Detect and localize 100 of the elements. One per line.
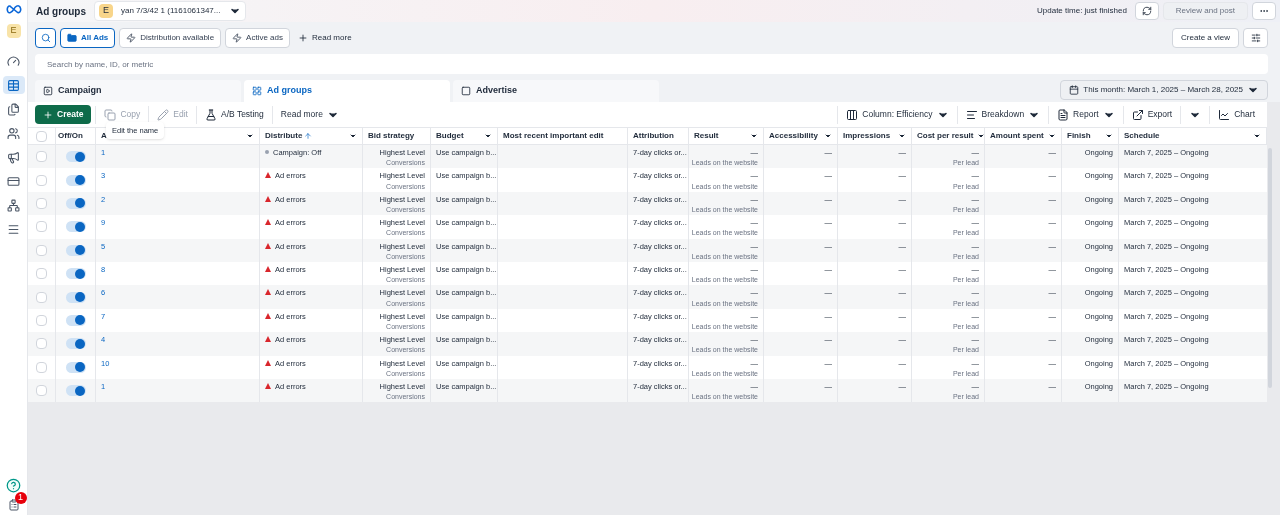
column-header[interactable]: Cost per result — [912, 128, 985, 144]
megaphone-icon — [7, 150, 20, 164]
toggle-switch[interactable] — [65, 244, 86, 256]
warning-icon — [265, 336, 271, 343]
search-field[interactable]: Search by name, ID, or metric — [35, 54, 1268, 74]
column-header[interactable]: Budget — [431, 128, 498, 144]
update-time: Update time: just finished — [1037, 5, 1127, 17]
sidebar-item[interactable] — [2, 76, 25, 94]
warning-icon — [265, 382, 271, 389]
chart-button[interactable]: Chart — [1210, 104, 1263, 125]
toggle-switch[interactable] — [65, 268, 86, 280]
chart-icon — [1218, 108, 1231, 121]
column-button[interactable]: Column: Efficiency — [838, 104, 957, 125]
warning-icon — [265, 312, 271, 319]
read-more-button[interactable]: Read more — [294, 28, 356, 48]
refresh-button[interactable] — [1134, 2, 1159, 20]
warning-icon — [265, 265, 271, 272]
row-checkbox[interactable] — [36, 338, 47, 350]
row-checkbox[interactable] — [36, 174, 47, 186]
table-icon — [7, 78, 20, 92]
column-header[interactable]: Impressions — [838, 128, 912, 144]
card-icon — [7, 174, 20, 188]
network-icon — [7, 198, 20, 212]
toggle-switch[interactable] — [65, 151, 86, 163]
warning-icon — [265, 195, 271, 202]
notification-badge: 1 — [14, 492, 27, 504]
select-all-checkbox[interactable] — [36, 130, 47, 142]
toggle-switch[interactable] — [65, 361, 86, 373]
search-button[interactable] — [35, 28, 56, 48]
column-header[interactable]: Distribute — [260, 128, 363, 144]
warning-icon — [265, 359, 271, 366]
warning-icon — [265, 289, 271, 296]
row-checkbox[interactable] — [36, 385, 47, 397]
tab[interactable]: Ad groups — [244, 80, 450, 102]
export-icon — [1131, 108, 1144, 121]
refresh-icon — [1141, 6, 1152, 16]
warning-icon — [265, 172, 271, 179]
ab-testing-button[interactable]: A/B Testing — [196, 104, 272, 125]
filter-chip[interactable]: Active ads — [225, 28, 290, 48]
account-avatar[interactable]: E — [6, 24, 21, 38]
square-icon — [461, 86, 471, 96]
column-header[interactable]: Amount spent — [985, 128, 1062, 144]
toggle-switch[interactable] — [65, 314, 86, 326]
toggle-switch[interactable] — [65, 291, 86, 303]
toggle-switch[interactable] — [65, 338, 86, 350]
row-checkbox[interactable] — [36, 197, 47, 209]
warning-icon — [265, 242, 271, 249]
help-icon[interactable] — [6, 478, 21, 493]
pages-icon — [7, 102, 20, 116]
read-more-button[interactable]: Read more — [272, 104, 347, 125]
row-checkbox[interactable] — [36, 314, 47, 326]
columns-icon — [846, 108, 859, 121]
search-icon — [40, 33, 51, 43]
account-selector[interactable]: E yan 7/3/42 1 (1161061347... — [94, 1, 246, 21]
people-icon — [7, 126, 20, 140]
column-header[interactable]: Bid strategy — [363, 128, 431, 144]
column-header[interactable]: Result — [689, 128, 764, 144]
breakdown-button[interactable]: Breakdown — [957, 104, 1049, 125]
calendar-icon — [1069, 85, 1080, 95]
export-button[interactable]: Export — [1123, 104, 1181, 125]
copy-icon — [104, 108, 117, 121]
column-header[interactable]: Attribution — [628, 128, 689, 144]
page-title: Ad groups — [36, 4, 86, 19]
report-button[interactable]: Report — [1049, 104, 1123, 125]
play-square-icon — [43, 86, 53, 96]
column-header[interactable]: Finish — [1062, 128, 1119, 144]
toggle-switch[interactable] — [65, 385, 86, 397]
tab[interactable]: Campaign — [35, 80, 241, 102]
create-view-button[interactable]: Create a view — [1172, 28, 1239, 48]
create-button[interactable]: Create — [35, 105, 92, 124]
toggle-switch[interactable] — [65, 174, 86, 186]
view-settings-button[interactable] — [1243, 28, 1268, 48]
column-header[interactable]: Off/On — [56, 128, 96, 144]
row-checkbox[interactable] — [36, 221, 47, 233]
date-range-button[interactable]: This month: March 1, 2025 – March 28, 2025 — [1060, 80, 1268, 100]
row-checkbox[interactable] — [36, 361, 47, 373]
review-and-post-button[interactable]: Review and post — [1162, 2, 1248, 20]
gauge-icon — [7, 54, 20, 68]
column-header[interactable]: Most recent important edit — [498, 128, 628, 144]
clipboard-icon[interactable] — [7, 499, 20, 511]
filter-chip[interactable]: All Ads — [60, 28, 116, 48]
plus-icon — [43, 109, 53, 120]
more-button[interactable] — [1252, 2, 1276, 20]
tab[interactable]: Advertise — [453, 80, 659, 102]
warning-icon — [265, 219, 271, 226]
folder-icon — [67, 33, 77, 43]
column-header[interactable]: Accessibility — [764, 128, 838, 144]
bolt-icon — [126, 33, 137, 43]
menu-icon — [7, 222, 20, 236]
document-icon — [1057, 108, 1070, 121]
row-checkbox[interactable] — [36, 151, 47, 163]
column-header[interactable]: Schedule — [1119, 128, 1267, 144]
row-checkbox[interactable] — [36, 291, 47, 303]
row-checkbox[interactable] — [36, 244, 47, 256]
toggle-switch[interactable] — [65, 221, 86, 233]
pencil-icon — [157, 108, 170, 121]
row-checkbox[interactable] — [36, 268, 47, 280]
filter-chip[interactable]: Distribution available — [119, 28, 222, 48]
sliders-icon — [1250, 33, 1261, 43]
toggle-switch[interactable] — [65, 197, 86, 209]
